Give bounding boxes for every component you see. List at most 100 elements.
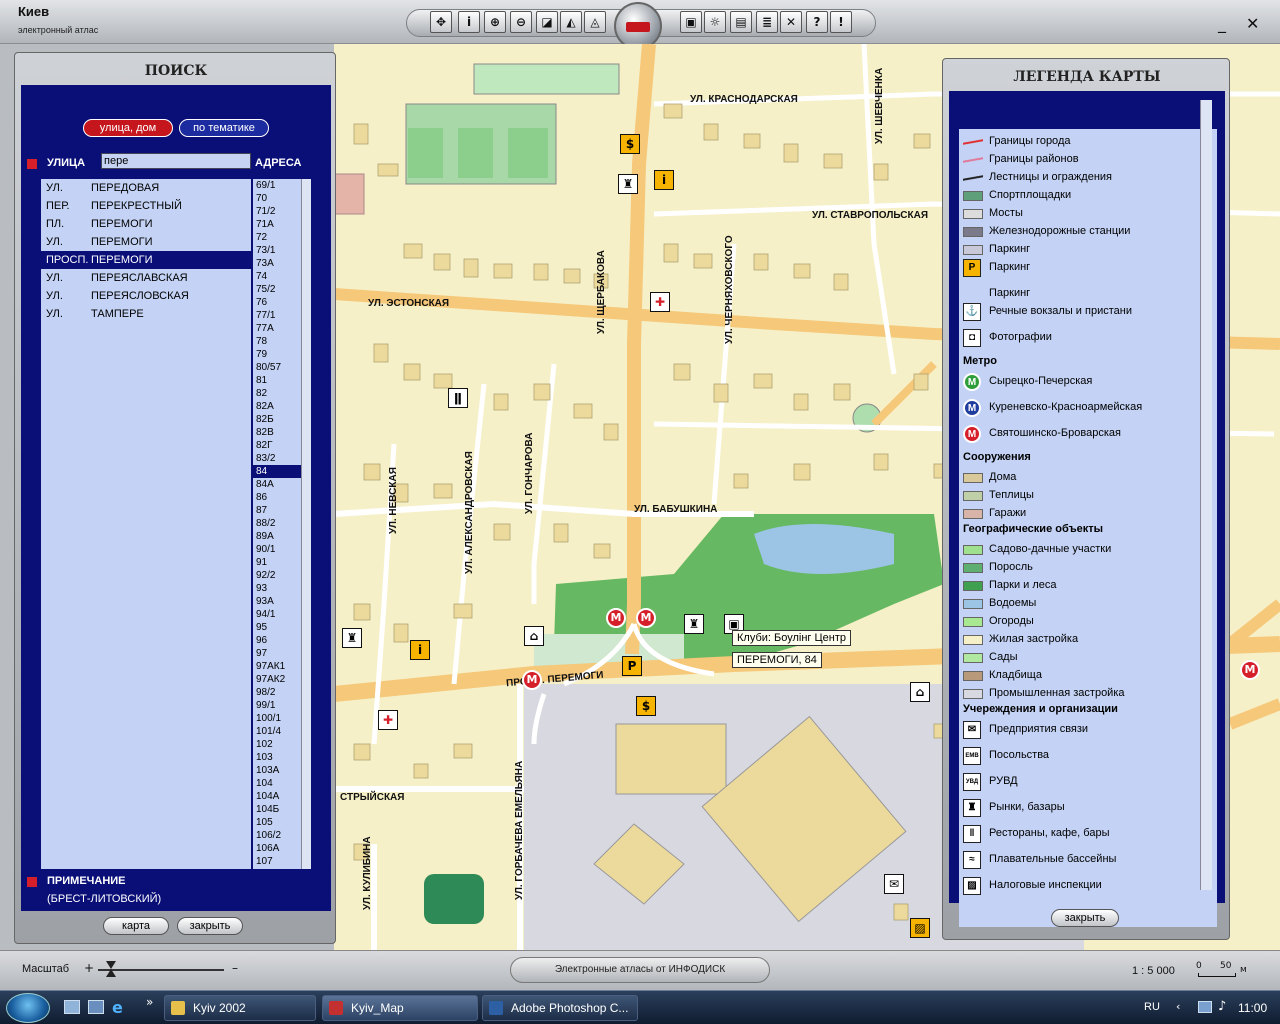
tray-expand-icon[interactable]: ‹ [1176, 1000, 1180, 1013]
address-list-item[interactable]: 97 [253, 647, 301, 660]
switch-windows-icon[interactable] [88, 1000, 104, 1014]
address-list-item[interactable]: 93А [253, 595, 301, 608]
address-list-item[interactable]: 78 [253, 335, 301, 348]
hospital-icon[interactable]: ✚ [650, 292, 670, 312]
task-kyiv-map[interactable]: Kyiv_Map [322, 995, 478, 1021]
address-list-item[interactable]: 103 [253, 751, 301, 764]
address-list-item[interactable]: 76 [253, 296, 301, 309]
address-list-item[interactable]: 75/2 [253, 283, 301, 296]
zoom-plus-icon[interactable]: + [84, 961, 94, 975]
warning-icon[interactable]: ! [830, 11, 852, 33]
address-list-item[interactable]: 96 [253, 634, 301, 647]
metro-icon[interactable]: M [522, 670, 542, 690]
address-list-item[interactable]: 92/2 [253, 569, 301, 582]
street-list-item[interactable]: ПРОСП. ПЕРЕМОГИ [41, 251, 251, 269]
address-list-item[interactable]: 106/2 [253, 829, 301, 842]
street-list-item[interactable]: ПЕР. ПЕРЕКРЕСТНЫЙ [41, 197, 251, 215]
address-list-item[interactable]: 84А [253, 478, 301, 491]
address-list-item[interactable]: 97АК1 [253, 660, 301, 673]
address-list-item[interactable]: 69/1 [253, 179, 301, 192]
parking-icon[interactable]: P [622, 656, 642, 676]
address-list-item[interactable]: 77/1 [253, 309, 301, 322]
address-list-item[interactable]: 90/1 [253, 543, 301, 556]
address-list-item[interactable]: 100/1 [253, 712, 301, 725]
minimize-icon[interactable]: _ [1218, 14, 1226, 33]
address-list-item[interactable]: 102 [253, 738, 301, 751]
address-list-item[interactable]: 97АК2 [253, 673, 301, 686]
address-list-item[interactable]: 107 [253, 855, 301, 868]
market-icon[interactable]: ♜ [342, 628, 362, 648]
tools-icon[interactable]: ✕ [780, 11, 802, 33]
address-list-item[interactable]: 84 [253, 465, 301, 478]
street-list-item[interactable]: УЛ. ПЕРЕЯСЛОВСКАЯ [41, 287, 251, 305]
measure-icon[interactable]: ◭ [560, 11, 582, 33]
street-list[interactable]: УЛ. ПЕРЕДОВАЯ ПЕР. ПЕРЕКРЕСТНЫЙ ПЛ. ПЕРЕМОГИ У… [41, 179, 251, 869]
address-list-item[interactable]: 106А [253, 842, 301, 855]
clock[interactable]: 11:00 [1238, 1001, 1267, 1015]
tax-icon[interactable]: ▨ [910, 918, 930, 938]
address-list-item[interactable]: 87 [253, 504, 301, 517]
address-list-item[interactable]: 81 [253, 374, 301, 387]
volume-icon[interactable]: ♪ [1218, 999, 1226, 1014]
zoom-out-icon[interactable]: ⊖ [510, 11, 532, 33]
address-list-item[interactable]: 71/2 [253, 205, 301, 218]
zoom-slider-track[interactable] [98, 969, 224, 971]
address-list-item[interactable]: 104А [253, 790, 301, 803]
select-icon[interactable]: ◪ [536, 11, 558, 33]
legend-scrollbar[interactable] [1200, 100, 1212, 890]
address-list-item[interactable]: 72 [253, 231, 301, 244]
street-list-item[interactable]: УЛ. ПЕРЕЯСЛАВСКАЯ [41, 269, 251, 287]
chevron-right-icon[interactable]: » [146, 995, 153, 1009]
restaurant-icon[interactable]: ǁ [448, 388, 468, 408]
tab-topic[interactable]: по тематике [179, 119, 269, 137]
address-list-item[interactable]: 70 [253, 192, 301, 205]
hospital-icon[interactable]: ✚ [378, 710, 398, 730]
street-list-item[interactable]: УЛ. ПЕРЕДОВАЯ [41, 179, 251, 197]
address-list-item[interactable]: 104Б [253, 803, 301, 816]
help-icon[interactable]: ? [806, 11, 828, 33]
address-list-item[interactable]: 83/2 [253, 452, 301, 465]
address-list-item[interactable]: 86 [253, 491, 301, 504]
network-icon[interactable] [1198, 1001, 1212, 1013]
ruler-icon[interactable]: ◬ [584, 11, 606, 33]
street-list-item[interactable]: УЛ. ТАМПЕРЕ [41, 305, 251, 323]
metro-icon[interactable]: M [636, 608, 656, 628]
show-desktop-icon[interactable] [64, 1000, 80, 1014]
address-list-item[interactable]: 93 [253, 582, 301, 595]
language-indicator[interactable]: RU [1144, 1001, 1160, 1013]
market-icon[interactable]: ♜ [618, 174, 638, 194]
close-search-button[interactable]: закрыть [177, 917, 243, 935]
market-icon[interactable]: ♜ [684, 614, 704, 634]
address-list-item[interactable]: 103А [253, 764, 301, 777]
info-point-icon[interactable]: i [410, 640, 430, 660]
address-list-item[interactable]: 82В [253, 426, 301, 439]
address-list-item[interactable]: 94/1 [253, 608, 301, 621]
print-icon[interactable]: ▤ [730, 11, 752, 33]
street-list-item[interactable]: ПЛ. ПЕРЕМОГИ [41, 215, 251, 233]
address-list-item[interactable]: 73/1 [253, 244, 301, 257]
address-list-item[interactable]: 101/4 [253, 725, 301, 738]
bank-icon[interactable]: $ [636, 696, 656, 716]
address-list-item[interactable]: 80/57 [253, 361, 301, 374]
address-list-item[interactable]: 82А [253, 400, 301, 413]
address-list-item[interactable]: 77А [253, 322, 301, 335]
theater-icon[interactable]: ⌂ [910, 682, 930, 702]
metro-icon[interactable]: M [606, 608, 626, 628]
close-icon[interactable]: ✕ [1246, 14, 1259, 33]
address-list-item[interactable]: 71А [253, 218, 301, 231]
address-list-item[interactable]: 95 [253, 621, 301, 634]
address-list-item[interactable]: 104 [253, 777, 301, 790]
move-icon[interactable]: ✥ [430, 11, 452, 33]
tab-street[interactable]: улица, дом [83, 119, 173, 137]
list-icon[interactable]: ≣ [756, 11, 778, 33]
address-list-item[interactable]: 79 [253, 348, 301, 361]
address-list-item[interactable]: 91 [253, 556, 301, 569]
metro-icon[interactable]: M [1240, 660, 1260, 680]
address-list-item[interactable]: 74 [253, 270, 301, 283]
address-list-item[interactable]: 105 [253, 816, 301, 829]
map-button[interactable]: карта [103, 917, 169, 935]
zoom-in-icon[interactable]: ⊕ [484, 11, 506, 33]
fit-icon[interactable]: ▣ [680, 11, 702, 33]
task-photoshop[interactable]: Adobe Photoshop C... [482, 995, 638, 1021]
address-list-item[interactable]: 82Г [253, 439, 301, 452]
